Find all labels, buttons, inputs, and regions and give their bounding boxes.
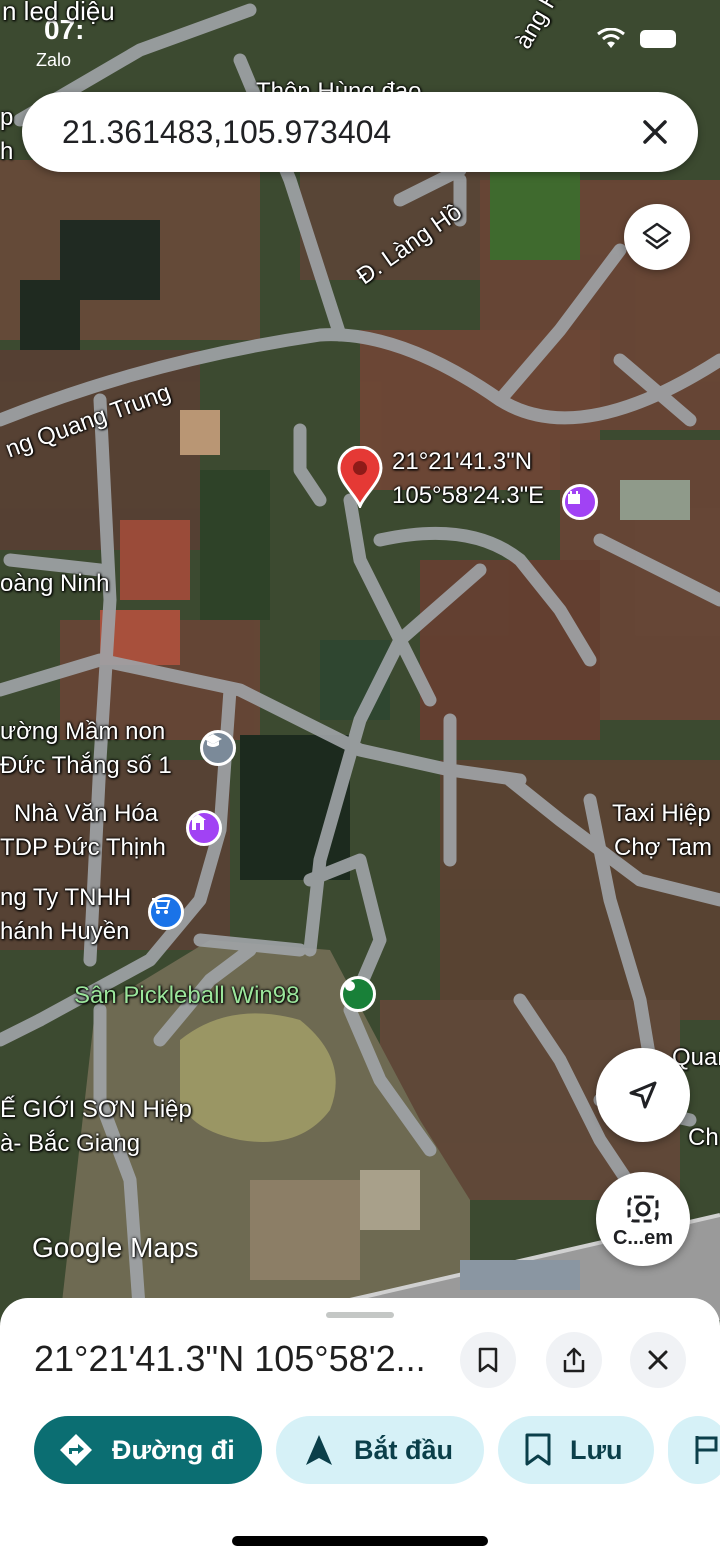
home-indicator[interactable] (232, 1536, 488, 1546)
save-chip[interactable]: Lưu (498, 1416, 654, 1484)
layers-icon (641, 221, 673, 253)
school-icon[interactable] (200, 730, 236, 766)
clear-search-icon[interactable] (640, 117, 670, 147)
status-back-app[interactable]: Zalo (36, 50, 71, 71)
camera-explore-button[interactable]: C...em (596, 1172, 690, 1266)
place-coordinates: 21°21'41.3"N 105°58'2... (34, 1338, 426, 1379)
map-label-son-hiep-2: à- Bắc Giang (0, 1130, 141, 1157)
map-label-cong-ty-1: ng Ty TNHH (0, 884, 132, 911)
shopping-cart-icon[interactable] (148, 894, 184, 930)
sports-venue-icon[interactable] (340, 976, 376, 1012)
map-label-mam-non-1: ường Mầm non (0, 718, 166, 745)
share-icon (561, 1346, 587, 1374)
camera-icon (625, 1193, 661, 1225)
close-button[interactable] (630, 1332, 686, 1388)
map-label-pickleball: Sân Pickleball Win98 (74, 982, 300, 1009)
map-label-top-left: n led diệu (2, 0, 115, 26)
directions-label: Đường đi (112, 1434, 235, 1465)
map-label-p: p (0, 104, 14, 131)
map-label-ch: Ch (688, 1124, 719, 1151)
map-label-cong-ty-2: hánh Huyền (0, 918, 130, 945)
battery-icon (640, 30, 676, 48)
share-button[interactable] (546, 1332, 602, 1388)
watermark-google: Google (32, 1232, 123, 1263)
pin-label-lat: 21°21'41.3"N (392, 448, 533, 475)
map-label-h: h (0, 138, 14, 165)
watermark-maps: Maps (130, 1232, 199, 1263)
search-bar[interactable]: 21.361483,105.973404 (22, 92, 698, 172)
map-label-mam-non-2: Đức Thắng số 1 (0, 752, 172, 779)
map-label-taxi-1: Taxi Hiệp (612, 800, 711, 827)
pin-label-lng: 105°58'24.3"E (392, 482, 545, 509)
search-query[interactable]: 21.361483,105.973404 (62, 114, 640, 151)
map-label-taxi-2: Chợ Tam (614, 834, 712, 861)
start-label: Bắt đầu (354, 1434, 454, 1465)
location-pin-icon[interactable] (337, 446, 383, 508)
google-maps-watermark: Google Maps (32, 1232, 199, 1264)
camera-button-label: C...em (612, 1226, 674, 1249)
navigation-arrow-icon (625, 1077, 661, 1113)
flag-icon (694, 1434, 718, 1466)
my-location-button[interactable] (596, 1048, 690, 1142)
place-bottom-sheet[interactable]: 21°21'41.3"N 105°58'2... Đường đi Bắt đầ… (0, 1298, 720, 1559)
save-label: Lưu (570, 1434, 623, 1465)
landmark-icon[interactable] (562, 484, 598, 520)
layers-button[interactable] (624, 204, 690, 270)
directions-chip[interactable]: Đường đi (34, 1416, 262, 1484)
map-label-nha-van-hoa-2: TDP Đức Thịnh (0, 834, 166, 861)
bookmark-icon (477, 1347, 499, 1373)
close-icon (646, 1348, 670, 1372)
cultural-house-icon[interactable] (186, 810, 222, 846)
sheet-drag-handle[interactable] (326, 1312, 394, 1318)
map-label-hoang-ninh: oàng Ninh (0, 570, 110, 597)
save-button[interactable] (460, 1332, 516, 1388)
map-label-nha-van-hoa-1: Nhà Văn Hóa (14, 800, 159, 827)
directions-icon (58, 1432, 94, 1468)
bookmark-chip-icon (524, 1433, 552, 1467)
more-chip[interactable] (668, 1416, 720, 1484)
start-chip[interactable]: Bắt đầu (276, 1416, 484, 1484)
map-label-son-hiep-1: Ế GIỚI SƠN Hiệp (0, 1096, 192, 1123)
navigation-start-icon (304, 1433, 334, 1467)
